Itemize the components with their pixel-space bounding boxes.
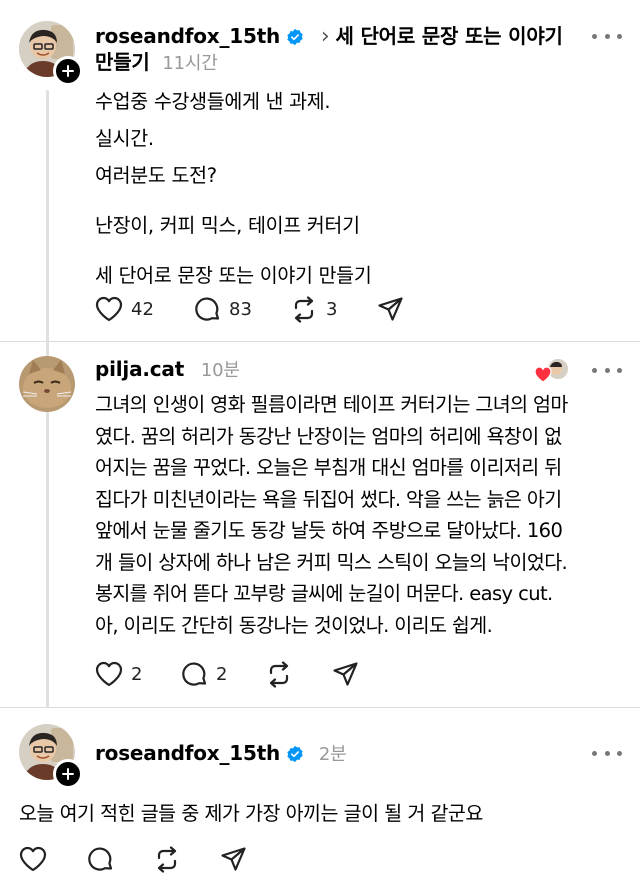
post-line: 어지는 꿈을 꾸었다. 오늘은 부침개 대신 엄마를 이리저리 뒤 bbox=[95, 456, 562, 479]
post-line: 개 들이 상자에 하나 남은 커피 믹스 스틱이 오늘의 낙이었다. bbox=[95, 550, 568, 574]
more-options-icon[interactable] bbox=[592, 362, 622, 378]
repost-icon bbox=[294, 296, 314, 323]
like-count: 2 bbox=[131, 663, 143, 685]
comment-icon bbox=[88, 847, 113, 871]
repost-button[interactable] bbox=[265, 661, 293, 688]
post-header: roseandfox_15th 2분 bbox=[95, 740, 347, 768]
post-body: 오늘 여기 적힌 글들 중 제가 가장 아끼는 글이 될 거 같군요 bbox=[19, 798, 619, 830]
topic-chevron-icon: › bbox=[320, 24, 330, 49]
verified-badge-icon bbox=[286, 27, 304, 51]
follow-plus-button[interactable] bbox=[53, 759, 83, 789]
post-time: 2분 bbox=[318, 744, 347, 765]
divider bbox=[0, 341, 640, 342]
follow-plus-button[interactable] bbox=[53, 56, 83, 86]
divider bbox=[0, 707, 640, 708]
post-body: 그녀의 인생이 영화 필름이라면 테이프 커터기는 그녀의 엄마 였다. 꿈의 … bbox=[95, 389, 625, 641]
post-line: 실시간. bbox=[95, 127, 154, 150]
reply-button[interactable] bbox=[87, 846, 114, 873]
plus-icon bbox=[62, 768, 74, 780]
repost-count: 3 bbox=[326, 299, 338, 320]
heart-filled-icon bbox=[534, 366, 552, 383]
repost-icon bbox=[157, 846, 177, 873]
like-button[interactable]: 42 bbox=[95, 296, 154, 322]
post-line: 였다. 꿈의 허리가 동강난 난장이는 엄마의 허리에 욕창이 없 bbox=[95, 424, 562, 448]
heart-icon bbox=[95, 296, 123, 322]
topic-tag-cont[interactable]: 만들기 bbox=[95, 50, 150, 74]
topic-tag[interactable]: 세 단어로 문장 또는 이야기 bbox=[335, 24, 562, 48]
liked-by-author-indicator bbox=[534, 356, 570, 386]
avatar-pilja-cat[interactable] bbox=[19, 356, 75, 412]
post-line: 앞에서 눈물 줄기도 동강 날듯 하여 주방으로 달아났다. 160 bbox=[95, 519, 563, 542]
post-body: 수업중 수강생들에게 낸 과제. 실시간. 여러분도 도전? 난장이, 커피 믹… bbox=[95, 86, 615, 292]
post-line: 수업중 수강생들에게 낸 과제. bbox=[95, 90, 331, 113]
username[interactable]: pilja.cat bbox=[95, 357, 184, 381]
heart-icon bbox=[19, 846, 47, 872]
send-icon bbox=[378, 297, 403, 321]
like-button[interactable]: 2 bbox=[95, 661, 142, 687]
share-button[interactable] bbox=[332, 661, 359, 688]
reply-button[interactable]: 2 bbox=[181, 661, 227, 688]
post-time: 11시간 bbox=[162, 53, 218, 74]
profile-photo bbox=[19, 356, 75, 412]
share-button[interactable] bbox=[377, 296, 404, 323]
repost-button[interactable]: 3 bbox=[290, 296, 337, 323]
repost-icon bbox=[269, 661, 289, 688]
plus-icon bbox=[62, 65, 74, 77]
reply-count: 83 bbox=[229, 299, 252, 320]
reply-count: 2 bbox=[216, 664, 228, 685]
more-options-icon[interactable] bbox=[592, 28, 622, 44]
like-count: 42 bbox=[131, 298, 154, 320]
more-options-icon[interactable] bbox=[592, 745, 622, 761]
post-time: 10분 bbox=[200, 360, 240, 381]
comment-icon bbox=[195, 297, 220, 321]
username[interactable]: roseandfox_15th bbox=[95, 24, 280, 48]
post-line: 집다가 미친년이라는 욕을 뒤집어 썼다. 악을 쓰는 늙은 아기 bbox=[95, 487, 562, 511]
post-line: 난장이, 커피 믹스, 테이프 커터기 bbox=[95, 214, 360, 237]
verified-badge-icon bbox=[286, 744, 304, 768]
post-header: pilja.cat 10분 bbox=[95, 356, 240, 382]
post-header-line2: 만들기 11시간 bbox=[95, 46, 218, 75]
like-button[interactable] bbox=[19, 846, 47, 872]
send-icon bbox=[221, 847, 246, 871]
post-line: 오늘 여기 적힌 글들 중 제가 가장 아끼는 글이 될 거 같군요 bbox=[19, 802, 483, 825]
share-button[interactable] bbox=[220, 846, 247, 873]
heart-icon bbox=[95, 661, 123, 687]
comment-icon bbox=[182, 662, 207, 686]
repost-button[interactable] bbox=[153, 846, 181, 873]
post-line: 아, 이리도 간단히 동강나는 것이었나. 이리도 쉽게. bbox=[95, 613, 493, 637]
post-line: 봉지를 쥐어 뜯다 꼬부랑 글씨에 눈길이 머문다. easy cut. bbox=[95, 582, 553, 605]
post-line: 여러분도 도전? bbox=[95, 164, 217, 187]
send-icon bbox=[333, 662, 358, 686]
reply-button[interactable]: 83 bbox=[194, 296, 252, 323]
post-line: 그녀의 인생이 영화 필름이라면 테이프 커터기는 그녀의 엄마 bbox=[95, 393, 568, 416]
username[interactable]: roseandfox_15th bbox=[95, 741, 280, 765]
post-line: 세 단어로 문장 또는 이야기 만들기 bbox=[95, 264, 372, 287]
